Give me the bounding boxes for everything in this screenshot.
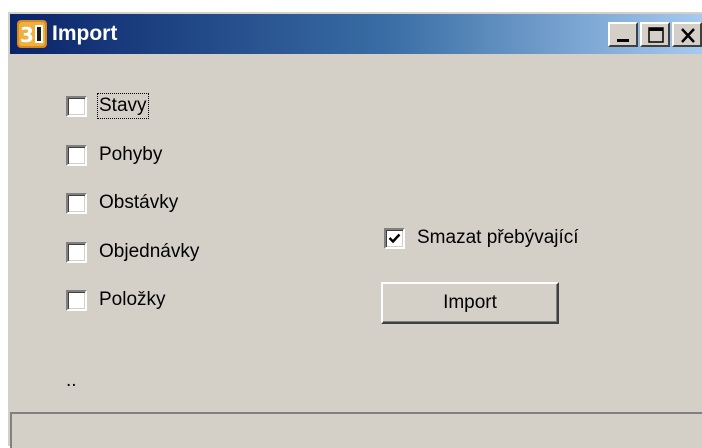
checkmark-icon <box>388 233 401 243</box>
title-bar[interactable]: 3 Import <box>10 14 702 54</box>
status-text: .. <box>66 370 77 391</box>
checkbox-box[interactable] <box>66 144 87 166</box>
checkbox-polozky[interactable]: Položky <box>66 286 167 314</box>
checkbox-objednavky[interactable]: Objednávky <box>66 238 200 266</box>
close-icon <box>681 28 695 43</box>
window-title: Import <box>52 22 118 45</box>
svg-text:3: 3 <box>20 23 34 47</box>
checkbox-box[interactable] <box>66 241 87 263</box>
checkbox-box[interactable] <box>66 192 87 214</box>
minimize-button[interactable] <box>608 22 638 47</box>
minimize-icon <box>617 39 629 42</box>
checkbox-box[interactable] <box>66 289 87 311</box>
checkbox-label: Položky <box>99 289 166 310</box>
app-logo-icon: 3 <box>17 20 47 48</box>
maximize-button[interactable] <box>640 22 670 47</box>
checkbox-pohyby[interactable]: Pohyby <box>66 141 163 169</box>
import-window: 3 Import Stavy Pohyby Obstávky Objednávk… <box>6 10 702 448</box>
close-button[interactable] <box>672 22 702 47</box>
checkbox-label: Stavy <box>97 93 149 119</box>
checkbox-label: Obstávky <box>99 192 179 213</box>
checkbox-box-checked[interactable] <box>384 227 405 249</box>
import-button[interactable]: Import <box>381 282 559 324</box>
checkbox-label: Smazat přebývající <box>417 227 579 248</box>
maximize-icon <box>648 27 664 43</box>
checkbox-box[interactable] <box>66 95 87 117</box>
checkbox-label: Objednávky <box>99 241 200 262</box>
checkbox-label: Pohyby <box>99 144 163 165</box>
status-bar <box>10 412 702 448</box>
checkbox-smazat-prebyvajici[interactable]: Smazat přebývající <box>384 224 580 252</box>
checkbox-obstavky[interactable]: Obstávky <box>66 189 179 217</box>
checkbox-stavy[interactable]: Stavy <box>66 92 149 120</box>
